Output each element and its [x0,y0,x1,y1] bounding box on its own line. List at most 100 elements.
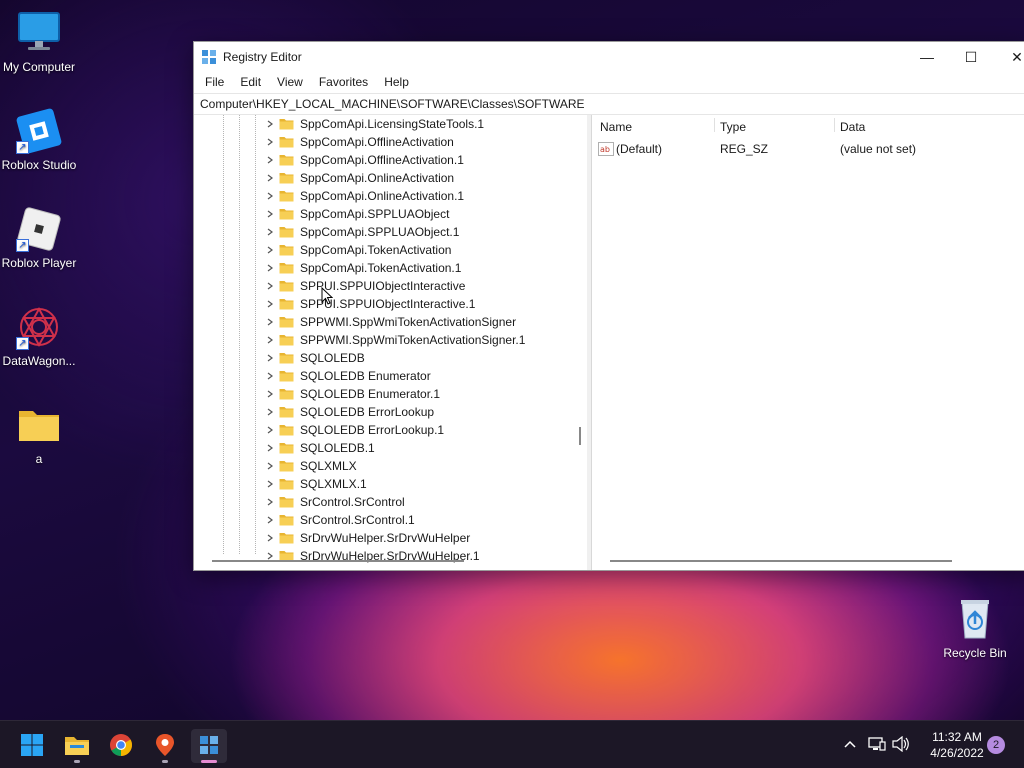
chevron-right-icon[interactable] [266,480,274,488]
chevron-right-icon[interactable] [266,120,274,128]
taskbar-file-explorer[interactable] [59,729,95,763]
tree-item[interactable]: SrControl.SrControl [194,493,587,511]
tree-item[interactable]: SQLOLEDB ErrorLookup.1 [194,421,587,439]
chevron-right-icon[interactable] [266,426,274,434]
menu-favorites[interactable]: Favorites [311,75,376,89]
column-separator[interactable] [834,118,835,132]
maps-icon [154,733,176,760]
taskbar: 11:32 AM 4/26/2022 [0,720,1024,768]
mouse-cursor-icon [321,287,333,305]
chevron-right-icon[interactable] [266,372,274,380]
tree-item[interactable]: SppComApi.OfflineActivation [194,133,587,151]
tree-item[interactable]: SppComApi.SPPLUAObject.1 [194,223,587,241]
close-button[interactable]: ✕ [994,42,1024,72]
tree-item[interactable]: SppComApi.OfflineActivation.1 [194,151,587,169]
minimize-button[interactable]: — [904,42,950,72]
tree-item-label: SrControl.SrControl [300,495,405,509]
chevron-right-icon[interactable] [266,318,274,326]
tree-item-label: SppComApi.TokenActivation.1 [300,261,462,275]
notification-badge[interactable]: 2 [987,736,1005,754]
chevron-right-icon[interactable] [266,516,274,524]
desktop-icon-roblox-studio[interactable]: ↗ Roblox Studio [0,108,78,172]
chevron-right-icon[interactable] [266,498,274,506]
tree-item[interactable]: SppComApi.LicensingStateTools.1 [194,115,587,133]
tree-item[interactable]: SPPUI.SPPUIObjectInteractive.1 [194,295,587,313]
tree-item[interactable]: SrDrvWuHelper.SrDrvWuHelper.1 [194,547,587,565]
tree-item[interactable]: SrDrvWuHelper.SrDrvWuHelper [194,529,587,547]
values-horizontal-scrollbar[interactable] [610,560,952,562]
chevron-right-icon[interactable] [266,138,274,146]
chevron-right-icon[interactable] [266,390,274,398]
tree-item[interactable]: SppComApi.SPPLUAObject [194,205,587,223]
column-header-data[interactable]: Data [840,120,865,134]
clock[interactable]: 11:32 AM 4/26/2022 [918,729,996,761]
network-icon[interactable] [868,736,886,755]
maximize-button[interactable]: ☐ [948,42,994,72]
chevron-right-icon[interactable] [266,552,274,560]
tree-item[interactable]: SQLOLEDB [194,349,587,367]
chevron-right-icon[interactable] [266,264,274,272]
chevron-right-icon[interactable] [266,462,274,470]
column-separator[interactable] [714,118,715,132]
tree-item[interactable]: SPPWMI.SppWmiTokenActivationSigner [194,313,587,331]
tree-item-label: SQLOLEDB Enumerator [300,369,431,383]
tree-item[interactable]: SQLXMLX.1 [194,475,587,493]
folder-icon [279,190,294,202]
taskbar-chrome[interactable] [103,729,139,763]
tree-vertical-scrollbar[interactable] [579,427,581,445]
tree-item[interactable]: SppComApi.TokenActivation.1 [194,259,587,277]
tree-item[interactable]: SQLOLEDB Enumerator.1 [194,385,587,403]
chevron-right-icon[interactable] [266,228,274,236]
chevron-right-icon[interactable] [266,192,274,200]
tree-item[interactable]: SppComApi.TokenActivation [194,241,587,259]
folder-icon [279,334,294,346]
chevron-right-icon[interactable] [266,156,274,164]
values-list[interactable]: Name Type Data ab (Default) REG_SZ (valu… [591,115,1024,570]
chevron-right-icon[interactable] [266,282,274,290]
tree-item[interactable]: SQLOLEDB ErrorLookup [194,403,587,421]
start-button[interactable] [14,729,50,763]
tree-item-label: SppComApi.SPPLUAObject [300,207,450,221]
chevron-right-icon[interactable] [266,444,274,452]
desktop-icon-datawagon[interactable]: ↗ DataWagon... [0,304,78,368]
folder-icon [279,532,294,544]
value-row[interactable]: ab (Default) REG_SZ (value not set) [592,141,1024,159]
menu-edit[interactable]: Edit [232,75,269,89]
chevron-right-icon[interactable] [266,354,274,362]
running-indicator [162,760,168,763]
tree-item[interactable]: SppComApi.OnlineActivation.1 [194,187,587,205]
title-bar[interactable]: Registry Editor — ☐ ✕ [194,42,1024,72]
folder-icon [279,442,294,454]
chevron-right-icon[interactable] [266,210,274,218]
column-header-name[interactable]: Name [600,120,632,134]
desktop-icon-recycle-bin[interactable]: Recycle Bin [936,596,1014,660]
desktop-icon-my-computer[interactable]: My Computer [0,10,78,74]
tree-item[interactable]: SrControl.SrControl.1 [194,511,587,529]
chevron-right-icon[interactable] [266,300,274,308]
tree-item[interactable]: SPPUI.SPPUIObjectInteractive [194,277,587,295]
menu-help[interactable]: Help [376,75,417,89]
tree-horizontal-scrollbar[interactable] [212,560,464,562]
chevron-right-icon[interactable] [266,408,274,416]
chevron-right-icon[interactable] [266,336,274,344]
desktop-icon-roblox-player[interactable]: ↗ Roblox Player [0,206,78,270]
desktop-icon-folder-a[interactable]: a [0,402,78,466]
chevron-up-icon[interactable] [840,738,860,752]
chevron-right-icon[interactable] [266,534,274,542]
tree-item[interactable]: SQLOLEDB Enumerator [194,367,587,385]
taskbar-registry-editor[interactable] [191,729,227,763]
tree-item[interactable]: SQLOLEDB.1 [194,439,587,457]
menu-view[interactable]: View [269,75,311,89]
registry-tree[interactable]: SppComApi.LicensingStateTools.1 SppComApi… [194,115,591,570]
tree-item[interactable]: SQLXMLX [194,457,587,475]
tree-item[interactable]: SppComApi.OnlineActivation [194,169,587,187]
svg-text:ab: ab [600,145,610,154]
menu-file[interactable]: File [197,75,232,89]
tree-item[interactable]: SPPWMI.SppWmiTokenActivationSigner.1 [194,331,587,349]
column-header-type[interactable]: Type [720,120,746,134]
volume-icon[interactable] [892,735,910,755]
chevron-right-icon[interactable] [266,174,274,182]
address-bar[interactable]: Computer\HKEY_LOCAL_MACHINE\SOFTWARE\Cla… [194,93,1024,115]
chevron-right-icon[interactable] [266,246,274,254]
taskbar-maps[interactable] [147,729,183,763]
